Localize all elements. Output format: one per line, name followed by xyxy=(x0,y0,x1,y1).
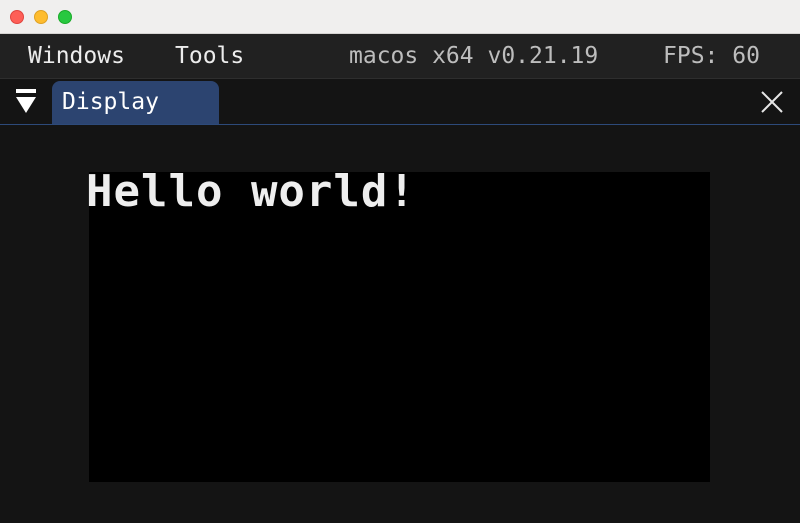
tab-display[interactable]: Display xyxy=(52,81,219,124)
tab-bar: Display xyxy=(0,79,800,125)
display-text: Hello world! xyxy=(86,166,416,217)
display-canvas[interactable] xyxy=(89,172,710,482)
close-icon[interactable] xyxy=(759,89,785,115)
menu-windows[interactable]: Windows xyxy=(28,34,125,79)
display-panel: Hello world! xyxy=(0,125,800,523)
fps-counter: FPS: 60 xyxy=(663,43,760,69)
tab-display-label: Display xyxy=(62,89,159,115)
minimize-window-button[interactable] xyxy=(34,10,48,24)
menu-bar: Windows Tools macos x64 v0.21.19 FPS: 60 xyxy=(0,34,800,79)
zoom-window-button[interactable] xyxy=(58,10,72,24)
title-bar xyxy=(0,0,800,34)
menu-tools[interactable]: Tools xyxy=(175,34,244,79)
close-window-button[interactable] xyxy=(10,10,24,24)
triangle-down-icon[interactable] xyxy=(14,89,38,115)
version-label: macos x64 v0.21.19 xyxy=(349,43,599,69)
